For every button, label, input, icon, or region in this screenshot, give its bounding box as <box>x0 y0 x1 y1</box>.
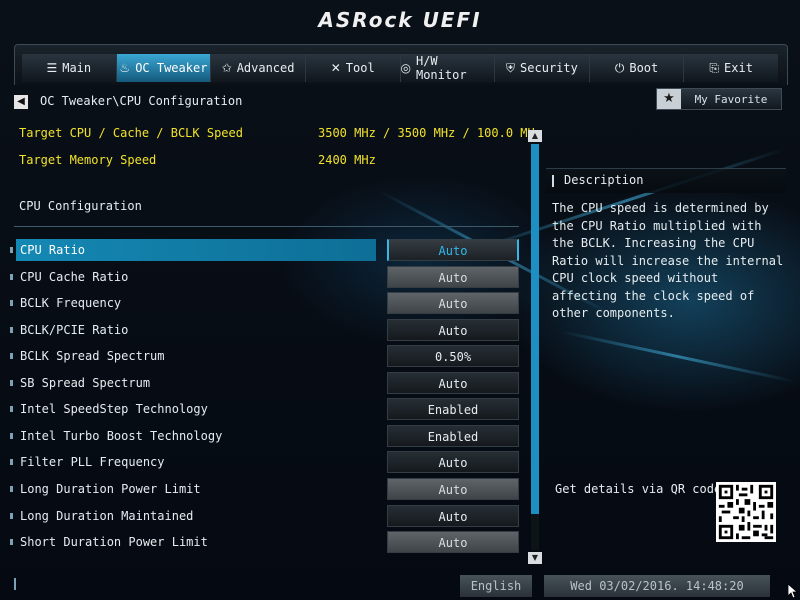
back-arrow-icon[interactable]: ◀ <box>14 95 28 109</box>
row-marker <box>10 539 13 545</box>
setting-row-long-duration-power-limit[interactable]: Long Duration Power Limit Auto <box>10 478 520 500</box>
shield-icon: ⛨ <box>506 60 516 75</box>
tab-security[interactable]: ⛨ Security <box>495 54 590 82</box>
setting-value[interactable]: Enabled <box>387 398 519 420</box>
tab-exit[interactable]: ⎘ Exit <box>684 54 778 82</box>
tab-label: Security <box>520 61 578 75</box>
setting-value[interactable]: 0.50% <box>387 345 519 367</box>
row-marker <box>10 459 13 465</box>
setting-value[interactable]: Auto <box>387 451 519 473</box>
row-marker <box>10 274 13 280</box>
tab-label: H/W Monitor <box>415 54 467 82</box>
list-icon: ☰ <box>46 61 58 75</box>
setting-row-short-duration-power-limit[interactable]: Short Duration Power Limit Auto <box>10 531 520 553</box>
setting-value[interactable]: Auto <box>387 266 519 288</box>
scrollbar-thumb[interactable] <box>531 144 539 514</box>
tab-oc-tweaker[interactable]: ♨ OC Tweaker <box>116 54 212 82</box>
tab-label: Boot <box>629 61 659 75</box>
target-memory-value: 2400 MHz <box>318 153 376 167</box>
qr-label: Get details via QR code <box>555 482 722 496</box>
setting-label: BCLK/PCIE Ratio <box>20 323 129 337</box>
target-memory-label: Target Memory Speed <box>19 153 157 167</box>
exit-icon: ⎘ <box>709 60 720 75</box>
description-header: Description <box>546 168 786 193</box>
my-favorite-label: My Favorite <box>694 92 768 106</box>
setting-row-filter-pll-frequency[interactable]: Filter PLL Frequency Auto <box>10 451 520 473</box>
row-marker <box>10 513 13 519</box>
row-marker <box>10 433 13 439</box>
description-marker <box>552 175 554 187</box>
qr-code-icon <box>716 482 776 542</box>
tab-label: Exit <box>724 61 753 75</box>
target-cpu-label: Target CPU / Cache / BCLK Speed <box>19 126 243 140</box>
description-text: The CPU speed is determined by the CPU R… <box>552 201 784 320</box>
tab-boot[interactable]: ⏻ Boot <box>589 54 685 82</box>
description-title: Description <box>564 173 644 187</box>
scroll-down-arrow-icon[interactable]: ▼ <box>528 552 542 564</box>
setting-row-intel-turbo-boost[interactable]: Intel Turbo Boost Technology Enabled <box>10 425 520 447</box>
setting-row-long-duration-maintained[interactable]: Long Duration Maintained Auto <box>10 505 520 527</box>
row-marker <box>10 300 13 306</box>
tab-label: Advanced <box>236 61 295 75</box>
setting-row-cpu-cache-ratio[interactable]: CPU Cache Ratio Auto <box>10 266 520 288</box>
setting-value[interactable]: Enabled <box>387 425 519 447</box>
setting-label: Short Duration Power Limit <box>20 535 208 549</box>
section-divider <box>14 226 519 227</box>
setting-value[interactable]: Auto <box>387 372 519 394</box>
setting-row-cpu-ratio[interactable]: CPU Ratio Auto <box>10 239 520 261</box>
setting-label: Long Duration Power Limit <box>20 482 201 496</box>
setting-row-bclk-pcie-ratio[interactable]: BCLK/PCIE Ratio Auto <box>10 319 520 341</box>
language-button[interactable]: English <box>460 575 532 597</box>
setting-label: Filter PLL Frequency <box>20 455 165 469</box>
row-marker <box>10 486 13 492</box>
setting-value[interactable]: Auto <box>387 531 519 553</box>
row-marker <box>10 247 13 253</box>
asrock-uefi-logo: ASRock UEFI <box>318 8 482 32</box>
setting-label: Intel SpeedStep Technology <box>20 402 208 416</box>
row-marker <box>10 353 13 359</box>
setting-value[interactable]: Auto <box>387 505 519 527</box>
tab-advanced[interactable]: ✩ Advanced <box>211 54 306 82</box>
row-marker <box>10 327 13 333</box>
setting-row-bclk-frequency[interactable]: BCLK Frequency Auto <box>10 292 520 314</box>
star-icon: ★ <box>657 89 681 109</box>
breadcrumb: OC Tweaker\CPU Configuration <box>40 94 243 108</box>
star-icon: ✩ <box>221 61 232 75</box>
setting-label: BCLK Spread Spectrum <box>20 349 165 363</box>
tools-icon: ✕ <box>330 61 341 75</box>
setting-label: CPU Ratio <box>16 239 376 261</box>
setting-row-intel-speedstep[interactable]: Intel SpeedStep Technology Enabled <box>10 398 520 420</box>
setting-label: BCLK Frequency <box>20 296 122 310</box>
tab-main[interactable]: ☰ Main <box>22 54 117 82</box>
datetime-display: Wed 03/02/2016. 14:48:20 <box>544 575 770 597</box>
setting-label: Intel Turbo Boost Technology <box>20 429 223 443</box>
tab-label: Main <box>62 61 92 75</box>
flame-icon: ♨ <box>119 61 131 75</box>
row-marker <box>10 380 13 386</box>
tab-label: OC Tweaker <box>135 61 208 75</box>
section-title: CPU Configuration <box>19 199 142 213</box>
setting-row-sb-spread-spectrum[interactable]: SB Spread Spectrum Auto <box>10 372 520 394</box>
setting-value[interactable]: Auto <box>387 239 519 261</box>
tab-label: Tool <box>345 61 375 75</box>
row-marker <box>10 406 13 412</box>
my-favorite-button[interactable]: ★ My Favorite <box>656 88 782 110</box>
main-tabs: ☰ Main ♨ OC Tweaker ✩ Advanced ✕ Tool ◎ H/W M… <box>22 54 778 82</box>
setting-label: CPU Cache Ratio <box>20 270 129 284</box>
tab-hw-monitor[interactable]: ◎ H/W Monitor <box>400 54 496 82</box>
scroll-up-arrow-icon[interactable]: ▲ <box>528 130 542 142</box>
tab-tool[interactable]: ✕ Tool <box>305 54 401 82</box>
target-cpu-value: 3500 MHz / 3500 MHz / 100.0 MHz <box>318 126 542 140</box>
setting-label: Long Duration Maintained <box>20 509 194 523</box>
setting-value[interactable]: Auto <box>387 478 519 500</box>
setting-value[interactable]: Auto <box>387 319 519 341</box>
footer-marker <box>14 578 16 590</box>
setting-value[interactable]: Auto <box>387 292 519 314</box>
power-icon: ⏻ <box>614 60 625 75</box>
setting-label: SB Spread Spectrum <box>20 376 151 390</box>
mouse-cursor-icon <box>788 584 798 598</box>
monitor-icon: ◎ <box>400 61 411 75</box>
setting-row-bclk-spread-spectrum[interactable]: BCLK Spread Spectrum 0.50% <box>10 345 520 367</box>
